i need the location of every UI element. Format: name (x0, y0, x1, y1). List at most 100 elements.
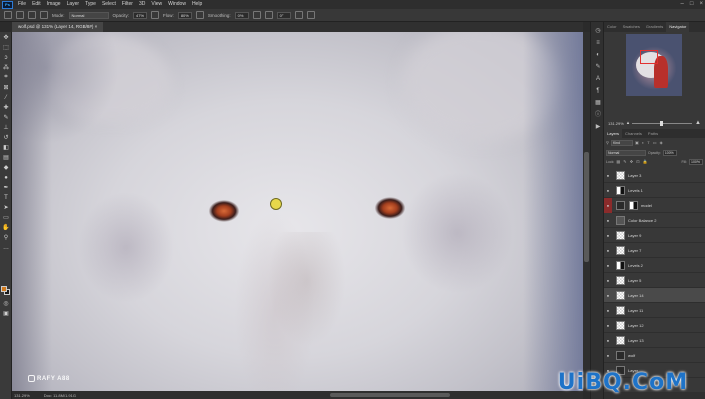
blend-mode-select[interactable]: Normal (606, 149, 646, 156)
tab-color[interactable]: Color (604, 22, 620, 32)
home-icon[interactable] (4, 11, 12, 19)
layer-row[interactable]: ● Layer 3 (604, 168, 705, 183)
tab-paths[interactable]: Paths (645, 129, 661, 138)
history-brush-icon[interactable]: ↺ (2, 134, 10, 141)
visibility-eye-icon[interactable]: ● (604, 303, 612, 318)
menu-help[interactable]: Help (189, 0, 205, 9)
tab-swatches[interactable]: Swatches (620, 22, 643, 32)
layer-row[interactable]: ● Layer 14 (604, 288, 705, 303)
gradient-tool-icon[interactable]: ▤ (2, 154, 10, 161)
visibility-eye-icon[interactable]: ● (604, 243, 612, 258)
quick-select-icon[interactable]: ⁂ (2, 64, 10, 71)
tab-layers[interactable]: Layers (604, 129, 623, 138)
navigator-zoom-knob[interactable] (659, 120, 663, 126)
navigator-zoom-value[interactable]: 131.29% (608, 121, 624, 126)
eyedropper-icon[interactable]: ⁄ (2, 94, 10, 101)
horizontal-scrollbar[interactable] (80, 391, 583, 399)
menu-view[interactable]: View (148, 0, 165, 9)
layer-fill-field[interactable]: 100% (689, 158, 703, 165)
visibility-eye-icon[interactable]: ● (604, 197, 612, 213)
document-canvas[interactable]: RAFY A88 (12, 32, 583, 391)
layer-kind-select[interactable]: Kind (610, 139, 633, 146)
layer-row[interactable]: ● wolf (604, 348, 705, 363)
smoothing-field[interactable]: 0% (234, 11, 249, 19)
layer-row[interactable]: ● Layer 12 (604, 318, 705, 333)
layer-row[interactable]: ● Layer 9 (604, 228, 705, 243)
info-panel-icon[interactable]: ⓘ (594, 112, 602, 119)
horizontal-scroll-thumb[interactable] (330, 393, 450, 397)
visibility-eye-icon[interactable]: ● (604, 213, 612, 228)
vertical-scroll-thumb[interactable] (584, 152, 589, 262)
visibility-eye-icon[interactable]: ● (604, 183, 612, 198)
visibility-eye-icon[interactable]: ● (604, 318, 612, 333)
layer-row[interactable]: ● Layer 13 (604, 333, 705, 348)
menu-window[interactable]: Window (165, 0, 189, 9)
zoom-tool-icon[interactable]: ⚲ (2, 234, 10, 241)
visibility-eye-icon[interactable]: ● (604, 273, 612, 288)
gear-icon[interactable] (252, 11, 261, 19)
layer-row[interactable]: ● Levels 2 (604, 258, 705, 273)
vertical-scrollbar[interactable] (583, 32, 590, 391)
visibility-eye-icon[interactable]: ● (604, 348, 612, 363)
more-tools-icon[interactable]: … (2, 244, 10, 251)
frame-tool-icon[interactable]: ⊠ (2, 84, 10, 91)
visibility-eye-icon[interactable]: ● (604, 258, 612, 273)
brush-tool-icon[interactable] (16, 11, 24, 19)
close-icon[interactable]: × (699, 0, 703, 9)
flow-field[interactable]: 80% (177, 11, 192, 19)
minimize-icon[interactable]: – (681, 0, 684, 9)
actions-panel-icon[interactable]: ▶ (594, 124, 602, 131)
zoom-out-icon[interactable]: ▴ (627, 120, 630, 126)
clone-stamp-icon[interactable]: ⊥ (2, 124, 10, 131)
brush-panel-icon[interactable]: ✎ (594, 64, 602, 71)
libraries-panel-icon[interactable]: ▦ (594, 100, 602, 107)
pen-tool-icon[interactable]: ✒ (2, 184, 10, 191)
menu-3d[interactable]: 3D (136, 0, 148, 9)
status-zoom[interactable]: 131.29% (14, 393, 30, 398)
navigator-preview[interactable] (626, 34, 682, 96)
foreground-color-swatch[interactable] (1, 286, 7, 292)
layer-row[interactable]: ● Layer 5 (604, 273, 705, 288)
adjustments-panel-icon[interactable]: ◐ (594, 52, 602, 59)
properties-panel-icon[interactable]: ≡ (594, 40, 602, 47)
visibility-eye-icon[interactable]: ● (604, 168, 612, 183)
visibility-eye-icon[interactable]: ● (604, 333, 612, 348)
tab-gradients[interactable]: Gradients (643, 22, 666, 32)
lock-icons[interactable]: ▦ ✎ ✥ ⊡ 🔒 (616, 159, 648, 164)
quick-mask-icon[interactable]: ◎ (2, 300, 10, 307)
brush-tool-icon[interactable]: ✎ (2, 114, 10, 121)
layer-row[interactable]: ● Layer 11 (604, 303, 705, 318)
pressure-size-icon[interactable] (294, 11, 303, 19)
dodge-tool-icon[interactable]: ● (2, 174, 10, 181)
menu-select[interactable]: Select (99, 0, 119, 9)
tab-channels[interactable]: Channels (622, 129, 645, 138)
menu-file[interactable]: File (15, 0, 29, 9)
tab-navigator[interactable]: Navigator (666, 22, 690, 32)
healing-brush-icon[interactable]: ✚ (2, 104, 10, 111)
menu-layer[interactable]: Layer (64, 0, 83, 9)
screen-mode-icon[interactable]: ▣ (2, 310, 10, 317)
marquee-tool-icon[interactable]: ⬚ (2, 44, 10, 51)
type-tool-icon[interactable]: T (2, 194, 10, 201)
eraser-icon[interactable]: ◧ (2, 144, 10, 151)
pressure-opacity-icon[interactable] (151, 11, 160, 19)
zoom-in-icon[interactable]: ▲ (695, 120, 701, 126)
menu-type[interactable]: Type (82, 0, 99, 9)
history-panel-icon[interactable]: ◷ (594, 28, 602, 35)
layer-row[interactable]: ● Color Balance 2 (604, 213, 705, 228)
brush-preset-icon[interactable] (28, 11, 36, 19)
menu-image[interactable]: Image (44, 0, 64, 9)
menu-edit[interactable]: Edit (29, 0, 44, 9)
rectangle-tool-icon[interactable]: ▭ (2, 214, 10, 221)
mode-select[interactable]: Normal (68, 11, 109, 19)
layer-row[interactable]: ● Layer 7 (604, 243, 705, 258)
layer-row[interactable]: ● model (604, 197, 705, 213)
paragraph-panel-icon[interactable]: ¶ (594, 88, 602, 95)
angle-field[interactable]: 0° (276, 11, 291, 19)
crop-tool-icon[interactable]: ⌗ (2, 74, 10, 81)
move-tool-icon[interactable]: ✥ (2, 34, 10, 41)
blur-tool-icon[interactable]: ◆ (2, 164, 10, 171)
brush-settings-icon[interactable] (40, 11, 48, 19)
navigator-zoom-slider[interactable] (632, 120, 693, 126)
layer-opacity-field[interactable]: 100% (662, 149, 677, 156)
